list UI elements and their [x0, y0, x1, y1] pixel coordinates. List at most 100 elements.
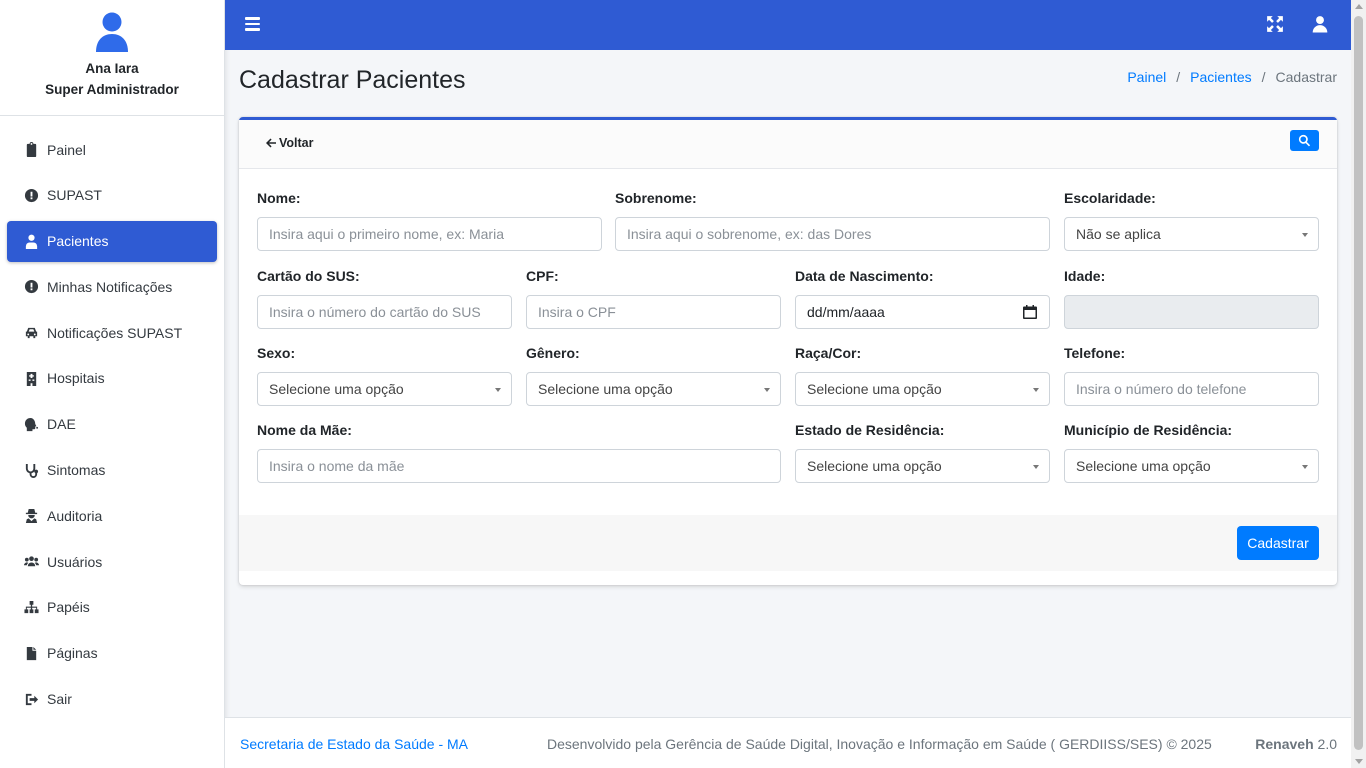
- sidebar-item-dae[interactable]: DAE: [7, 404, 217, 445]
- hospital-icon: [23, 370, 39, 386]
- raca-cor-select[interactable]: Selecione uma opção: [795, 372, 1050, 406]
- sexo-select[interactable]: Selecione uma opção: [257, 372, 512, 406]
- sidebar-item-label: DAE: [47, 416, 76, 433]
- nome-mae-input[interactable]: [257, 449, 781, 483]
- chevron-down-icon: [1033, 465, 1039, 469]
- search-button[interactable]: [1290, 130, 1319, 151]
- sidebar-item-hospitais[interactable]: Hospitais: [7, 358, 217, 399]
- data-nascimento-input[interactable]: dd/mm/aaaa: [795, 295, 1050, 329]
- user-icon[interactable]: [1311, 15, 1329, 33]
- exclamation-circle-icon: [23, 187, 39, 203]
- sidebar-item-label: Papéis: [47, 599, 90, 616]
- data-nascimento-value: dd/mm/aaaa: [807, 304, 885, 320]
- chevron-down-icon: [764, 388, 770, 392]
- sidebar-item-papeis[interactable]: Papéis: [7, 587, 217, 628]
- escolaridade-label: Escolaridade:: [1064, 190, 1156, 206]
- nome-input[interactable]: [257, 217, 602, 251]
- nome-mae-label: Nome da Mãe:: [257, 422, 352, 438]
- arrow-left-icon: [266, 138, 276, 148]
- cartao-sus-label: Cartão do SUS:: [257, 268, 360, 284]
- clipboard-icon: [23, 142, 39, 158]
- sidebar-item-painel[interactable]: Painel: [7, 129, 217, 170]
- scrollbar-thumb[interactable]: [1354, 16, 1363, 750]
- calendar-icon: [1023, 305, 1037, 319]
- car-icon: [23, 325, 39, 341]
- estado-residencia-value: Selecione uma opção: [807, 458, 942, 474]
- sidebar-item-label: Sair: [47, 691, 72, 708]
- genero-select[interactable]: Selecione uma opção: [526, 372, 781, 406]
- sidebar-nav: Painel SUPAST Pacientes Minhas Notificaç…: [0, 116, 224, 720]
- topbar: [225, 0, 1351, 50]
- sidebar-item-label: Minhas Notificações: [47, 278, 173, 295]
- chevron-down-icon: [1302, 233, 1308, 237]
- breadcrumb-separator: /: [1261, 69, 1266, 85]
- sidebar-item-label: Páginas: [47, 645, 98, 662]
- sidebar-item-auditoria[interactable]: Auditoria: [7, 495, 217, 536]
- raca-cor-label: Raça/Cor:: [795, 345, 862, 361]
- cadastrar-button[interactable]: Cadastrar: [1237, 526, 1319, 560]
- card-footer: Cadastrar: [239, 515, 1337, 571]
- file-icon: [23, 645, 39, 661]
- estado-residencia-label: Estado de Residência:: [795, 422, 945, 438]
- sidebar-item-minhas-notificacoes[interactable]: Minhas Notificações: [7, 266, 217, 307]
- sobrenome-input[interactable]: [615, 217, 1050, 251]
- breadcrumb-separator: /: [1176, 69, 1181, 85]
- breadcrumb-pacientes[interactable]: Pacientes: [1190, 69, 1251, 85]
- municipio-residencia-value: Selecione uma opção: [1076, 458, 1211, 474]
- back-link[interactable]: Voltar: [265, 136, 314, 150]
- sexo-label: Sexo:: [257, 345, 296, 361]
- page-footer: Secretaria de Estado da Saúde - MA Desen…: [225, 717, 1351, 768]
- sitemap-icon: [23, 599, 39, 615]
- genero-label: Gênero:: [526, 345, 580, 361]
- user-role: Super Administrador: [45, 82, 179, 97]
- sidebar-item-sintomas[interactable]: Sintomas: [7, 450, 217, 491]
- footer-version: Renaveh 2.0: [1255, 736, 1337, 752]
- sidebar: Ana Iara Super Administrador Painel SUPA…: [0, 0, 225, 768]
- sexo-value: Selecione uma opção: [269, 381, 404, 397]
- sidebar-item-notificacoes-supast[interactable]: Notificações SUPAST: [7, 312, 217, 353]
- sidebar-item-pacientes[interactable]: Pacientes: [7, 220, 217, 262]
- fullscreen-icon[interactable]: [1266, 15, 1284, 33]
- sidebar-item-label: Pacientes: [47, 233, 109, 250]
- scroll-down-icon[interactable]: [1355, 759, 1363, 764]
- back-label: Voltar: [279, 136, 314, 150]
- sidebar-item-label: SUPAST: [47, 187, 102, 204]
- sidebar-item-label: Notificações SUPAST: [47, 324, 183, 341]
- search-icon: [1298, 134, 1311, 147]
- card-header: Voltar: [239, 120, 1337, 169]
- breadcrumb-painel[interactable]: Painel: [1127, 69, 1166, 85]
- user-secret-icon: [23, 508, 39, 524]
- footer-org-link[interactable]: Secretaria de Estado da Saúde - MA: [240, 736, 468, 752]
- idade-input: [1064, 295, 1319, 329]
- exclamation-circle-icon: [23, 279, 39, 295]
- user-avatar-icon: [96, 12, 128, 52]
- sidebar-item-paginas[interactable]: Páginas: [7, 633, 217, 674]
- cartao-sus-input[interactable]: [257, 295, 512, 329]
- sidebar-item-label: Painel: [47, 141, 86, 158]
- user-injured-icon: [23, 233, 39, 249]
- sidebar-item-supast[interactable]: SUPAST: [7, 175, 217, 216]
- sidebar-item-label: Hospitais: [47, 370, 105, 387]
- sidebar-item-usuarios[interactable]: Usuários: [7, 541, 217, 582]
- patient-form-card: Voltar Nome: Sobrenome: Escolaridade: Nã…: [239, 117, 1337, 585]
- sidebar-item-sair[interactable]: Sair: [7, 679, 217, 720]
- estado-residencia-select[interactable]: Selecione uma opção: [795, 449, 1050, 483]
- sign-out-icon: [23, 691, 39, 707]
- head-virus-icon: [23, 416, 39, 432]
- municipio-residencia-label: Município de Residência:: [1064, 422, 1233, 438]
- page-title: Cadastrar Pacientes: [239, 66, 466, 94]
- breadcrumb-current: Cadastrar: [1275, 69, 1337, 85]
- sidebar-item-label: Auditoria: [47, 507, 103, 524]
- raca-cor-value: Selecione uma opção: [807, 381, 942, 397]
- escolaridade-select[interactable]: Não se aplica: [1064, 217, 1319, 251]
- telefone-input[interactable]: [1064, 372, 1319, 406]
- cpf-input[interactable]: [526, 295, 781, 329]
- menu-toggle-icon[interactable]: [245, 17, 260, 31]
- footer-credits: Desenvolvido pela Gerência de Saúde Digi…: [547, 736, 1212, 752]
- municipio-residencia-select[interactable]: Selecione uma opção: [1064, 449, 1319, 483]
- scroll-up-icon[interactable]: [1355, 4, 1363, 9]
- chevron-down-icon: [1033, 388, 1039, 392]
- idade-label: Idade:: [1064, 268, 1106, 284]
- stethoscope-icon: [23, 462, 39, 478]
- page-scrollbar[interactable]: [1351, 0, 1366, 768]
